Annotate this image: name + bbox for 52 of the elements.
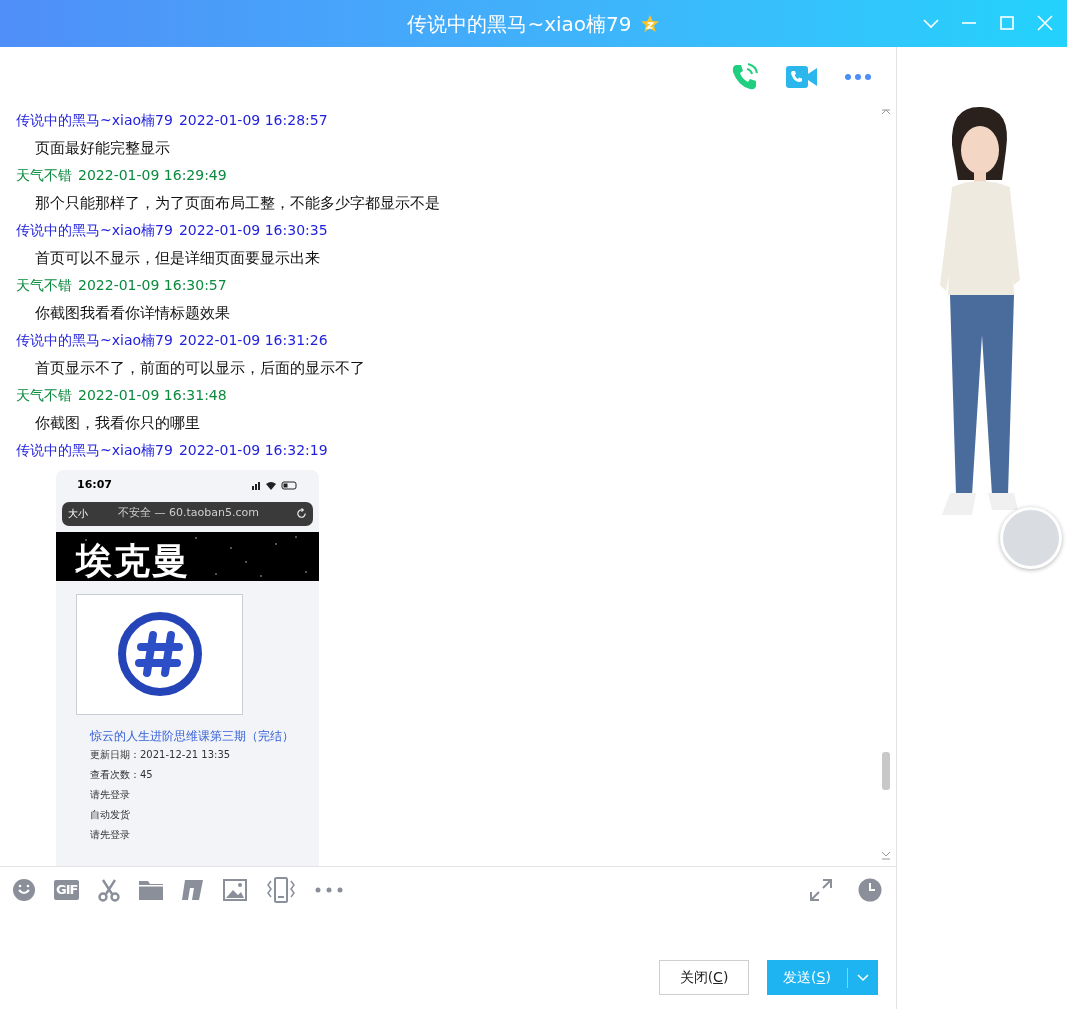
star-badge-icon	[639, 13, 660, 34]
reload-icon	[296, 508, 307, 519]
message-text: 你截图，我看你只的哪里	[34, 412, 201, 434]
banner-logo-text: 埃克曼	[76, 540, 190, 581]
message-time: 2022-01-09 16:32:19	[178, 441, 328, 461]
scissors-icon[interactable]	[97, 878, 122, 902]
product-detail: 请先登录	[90, 827, 131, 842]
product-detail: 更新日期：2021-12-21 13:35	[90, 747, 232, 762]
message-text: 页面最好能完整显示	[34, 137, 171, 159]
message-time: 2022-01-09 16:31:26	[178, 331, 328, 351]
product-detail: 请先登录	[90, 787, 131, 802]
message-time: 2022-01-09 16:30:57	[78, 276, 227, 296]
sender-name: 天气不错	[16, 386, 72, 406]
sender-name: 传说中的黑马~xiao楠79	[16, 221, 173, 241]
sender-name: 传说中的黑马~xiao楠79	[16, 441, 173, 461]
clock-icon[interactable]	[858, 878, 882, 902]
sender-name: 天气不错	[16, 276, 72, 296]
emoji-icon[interactable]	[12, 878, 36, 902]
message-time: 2022-01-09 16:30:35	[178, 221, 328, 241]
more-icon[interactable]	[844, 73, 872, 81]
folder-icon[interactable]	[139, 879, 164, 901]
product-detail: 查看次数：45	[90, 767, 154, 782]
more-icon[interactable]	[315, 887, 344, 893]
expand-icon[interactable]	[810, 879, 832, 901]
image-icon[interactable]	[223, 879, 248, 901]
message-text: 那个只能那样了，为了页面布局工整，不能多少字都显示不是	[34, 192, 441, 214]
message-text: 你截图我看看你详情标题效果	[34, 302, 231, 324]
phone-call-icon[interactable]	[730, 62, 760, 92]
message-text: 首页可以不显示，但是详细页面要显示出来	[34, 247, 321, 269]
message-text: 首页显示不了，前面的可以显示，后面的显示不了	[34, 357, 366, 379]
close-button[interactable]: 关闭(C)	[659, 960, 749, 995]
tag-icon[interactable]	[181, 878, 206, 902]
message-time: 2022-01-09 16:29:49	[78, 166, 227, 186]
gif-icon[interactable]: GIF	[54, 880, 80, 900]
close-icon[interactable]	[1035, 13, 1055, 33]
maximize-icon[interactable]	[997, 13, 1017, 33]
message-time: 2022-01-09 16:28:57	[178, 111, 328, 131]
status-time: 16:07	[77, 477, 112, 494]
sender-name: 天气不错	[16, 166, 72, 186]
product-title[interactable]: 惊云的人生进阶思维课第三期（完结）	[90, 726, 319, 745]
video-call-icon[interactable]	[786, 65, 818, 89]
status-icons	[252, 481, 298, 490]
message-time: 2022-01-09 16:31:48	[78, 386, 227, 406]
text-size-label: 大小	[68, 507, 89, 521]
url-text: 不安全 — 60.taoban5.com	[118, 505, 260, 522]
product-detail: 自动发货	[90, 807, 131, 822]
sender-name: 传说中的黑马~xiao楠79	[16, 111, 173, 131]
window-title: 传说中的黑马~xiao楠79	[407, 10, 632, 38]
sender-name: 传说中的黑马~xiao楠79	[16, 331, 173, 351]
shared-screenshot[interactable]: 16:07 大小 不安全 — 60.taoban5.com 埃克曼 惊云的人生进阶思维课第三期（完结） 更新日期：2021-12-21 13:35 查看次数：45 请先登录 自动发货 请先登录	[56, 469, 319, 866]
phone-shake-icon[interactable]	[265, 877, 298, 903]
hashtag-logo-icon	[116, 611, 203, 697]
